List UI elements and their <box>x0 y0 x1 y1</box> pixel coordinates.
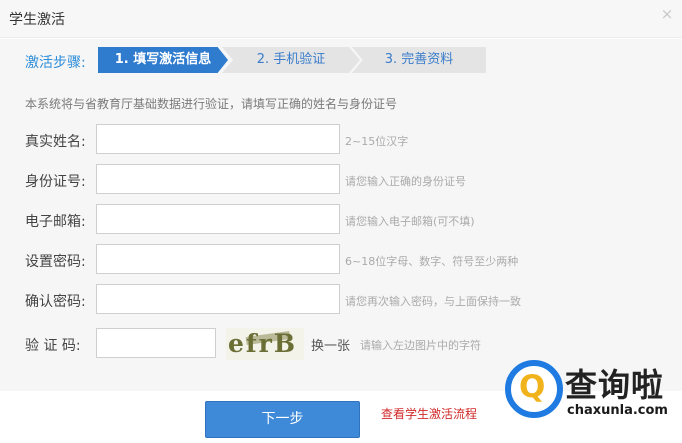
email-label: 电子邮箱: <box>25 214 86 230</box>
id-number-hint: 请您输入正确的身份证号 <box>345 175 466 188</box>
captcha-text: efrB <box>228 329 297 358</box>
captcha-label: 验 证 码: <box>25 338 81 354</box>
refresh-captcha-link[interactable]: 换一张 <box>311 335 350 354</box>
row-confirm-password: 确认密码: 请您再次输入密码，与上面保持一致 <box>0 284 682 316</box>
password-label: 设置密码: <box>25 254 86 270</box>
password-hint: 6~18位字母、数字、符号至少两种 <box>345 255 519 268</box>
steps-label: 激活步骤: <box>25 55 86 71</box>
view-activation-flow-link[interactable]: 查看学生激活流程 <box>381 405 477 422</box>
id-number-input[interactable] <box>96 164 340 194</box>
student-activation-dialog: 学生激活 × 激活步骤: 1. 填写激活信息 2. 手机验证 3. 完善资料 本… <box>0 0 682 443</box>
email-input[interactable] <box>96 204 340 234</box>
real-name-label: 真实姓名: <box>25 134 86 150</box>
real-name-hint: 2~15位汉字 <box>345 135 409 148</box>
captcha-hint: 请输入左边图片中的字符 <box>360 339 481 352</box>
captcha-image[interactable]: efrB <box>226 328 304 360</box>
chaxunla-logo-icon: Q <box>505 360 563 418</box>
row-password: 设置密码: 6~18位字母、数字、符号至少两种 <box>0 244 682 276</box>
verification-notice: 本系统将与省教育厅基础数据进行验证，请填写正确的姓名与身份证号 <box>25 97 398 111</box>
dialog-title: 学生激活 <box>9 12 65 28</box>
confirm-password-hint: 请您再次输入密码，与上面保持一致 <box>345 295 521 308</box>
next-step-button[interactable]: 下一步 <box>205 401 360 438</box>
id-number-label: 身份证号: <box>25 174 86 190</box>
step-phone-verify: 2. 手机验证 <box>222 47 360 73</box>
watermark-domain: chaxunla.com <box>567 403 668 418</box>
confirm-password-input[interactable] <box>96 284 340 314</box>
confirm-password-label: 确认密码: <box>25 294 86 310</box>
row-captcha: 验 证 码: efrB 换一张 请输入左边图片中的字符 <box>0 328 682 360</box>
email-hint: 请您输入电子邮箱(可不填) <box>345 215 475 228</box>
password-input[interactable] <box>96 244 340 274</box>
row-email: 电子邮箱: 请您输入电子邮箱(可不填) <box>0 204 682 236</box>
activation-steps: 激活步骤: 1. 填写激活信息 2. 手机验证 3. 完善资料 <box>0 47 682 73</box>
watermark-title: 查询啦 <box>565 366 665 404</box>
captcha-input[interactable] <box>96 328 216 358</box>
logo-glyph: Q <box>519 369 546 405</box>
close-icon[interactable]: × <box>660 7 674 22</box>
step-fill-info: 1. 填写激活信息 <box>98 47 228 73</box>
dialog-titlebar: 学生激活 × <box>0 0 682 38</box>
chaxunla-watermark: Q 查询啦 chaxunla.com <box>497 360 677 424</box>
row-id-number: 身份证号: 请您输入正确的身份证号 <box>0 164 682 196</box>
real-name-input[interactable] <box>96 124 340 154</box>
row-real-name: 真实姓名: 2~15位汉字 <box>0 124 682 156</box>
step-complete-profile: 3. 完善资料 <box>352 47 486 73</box>
